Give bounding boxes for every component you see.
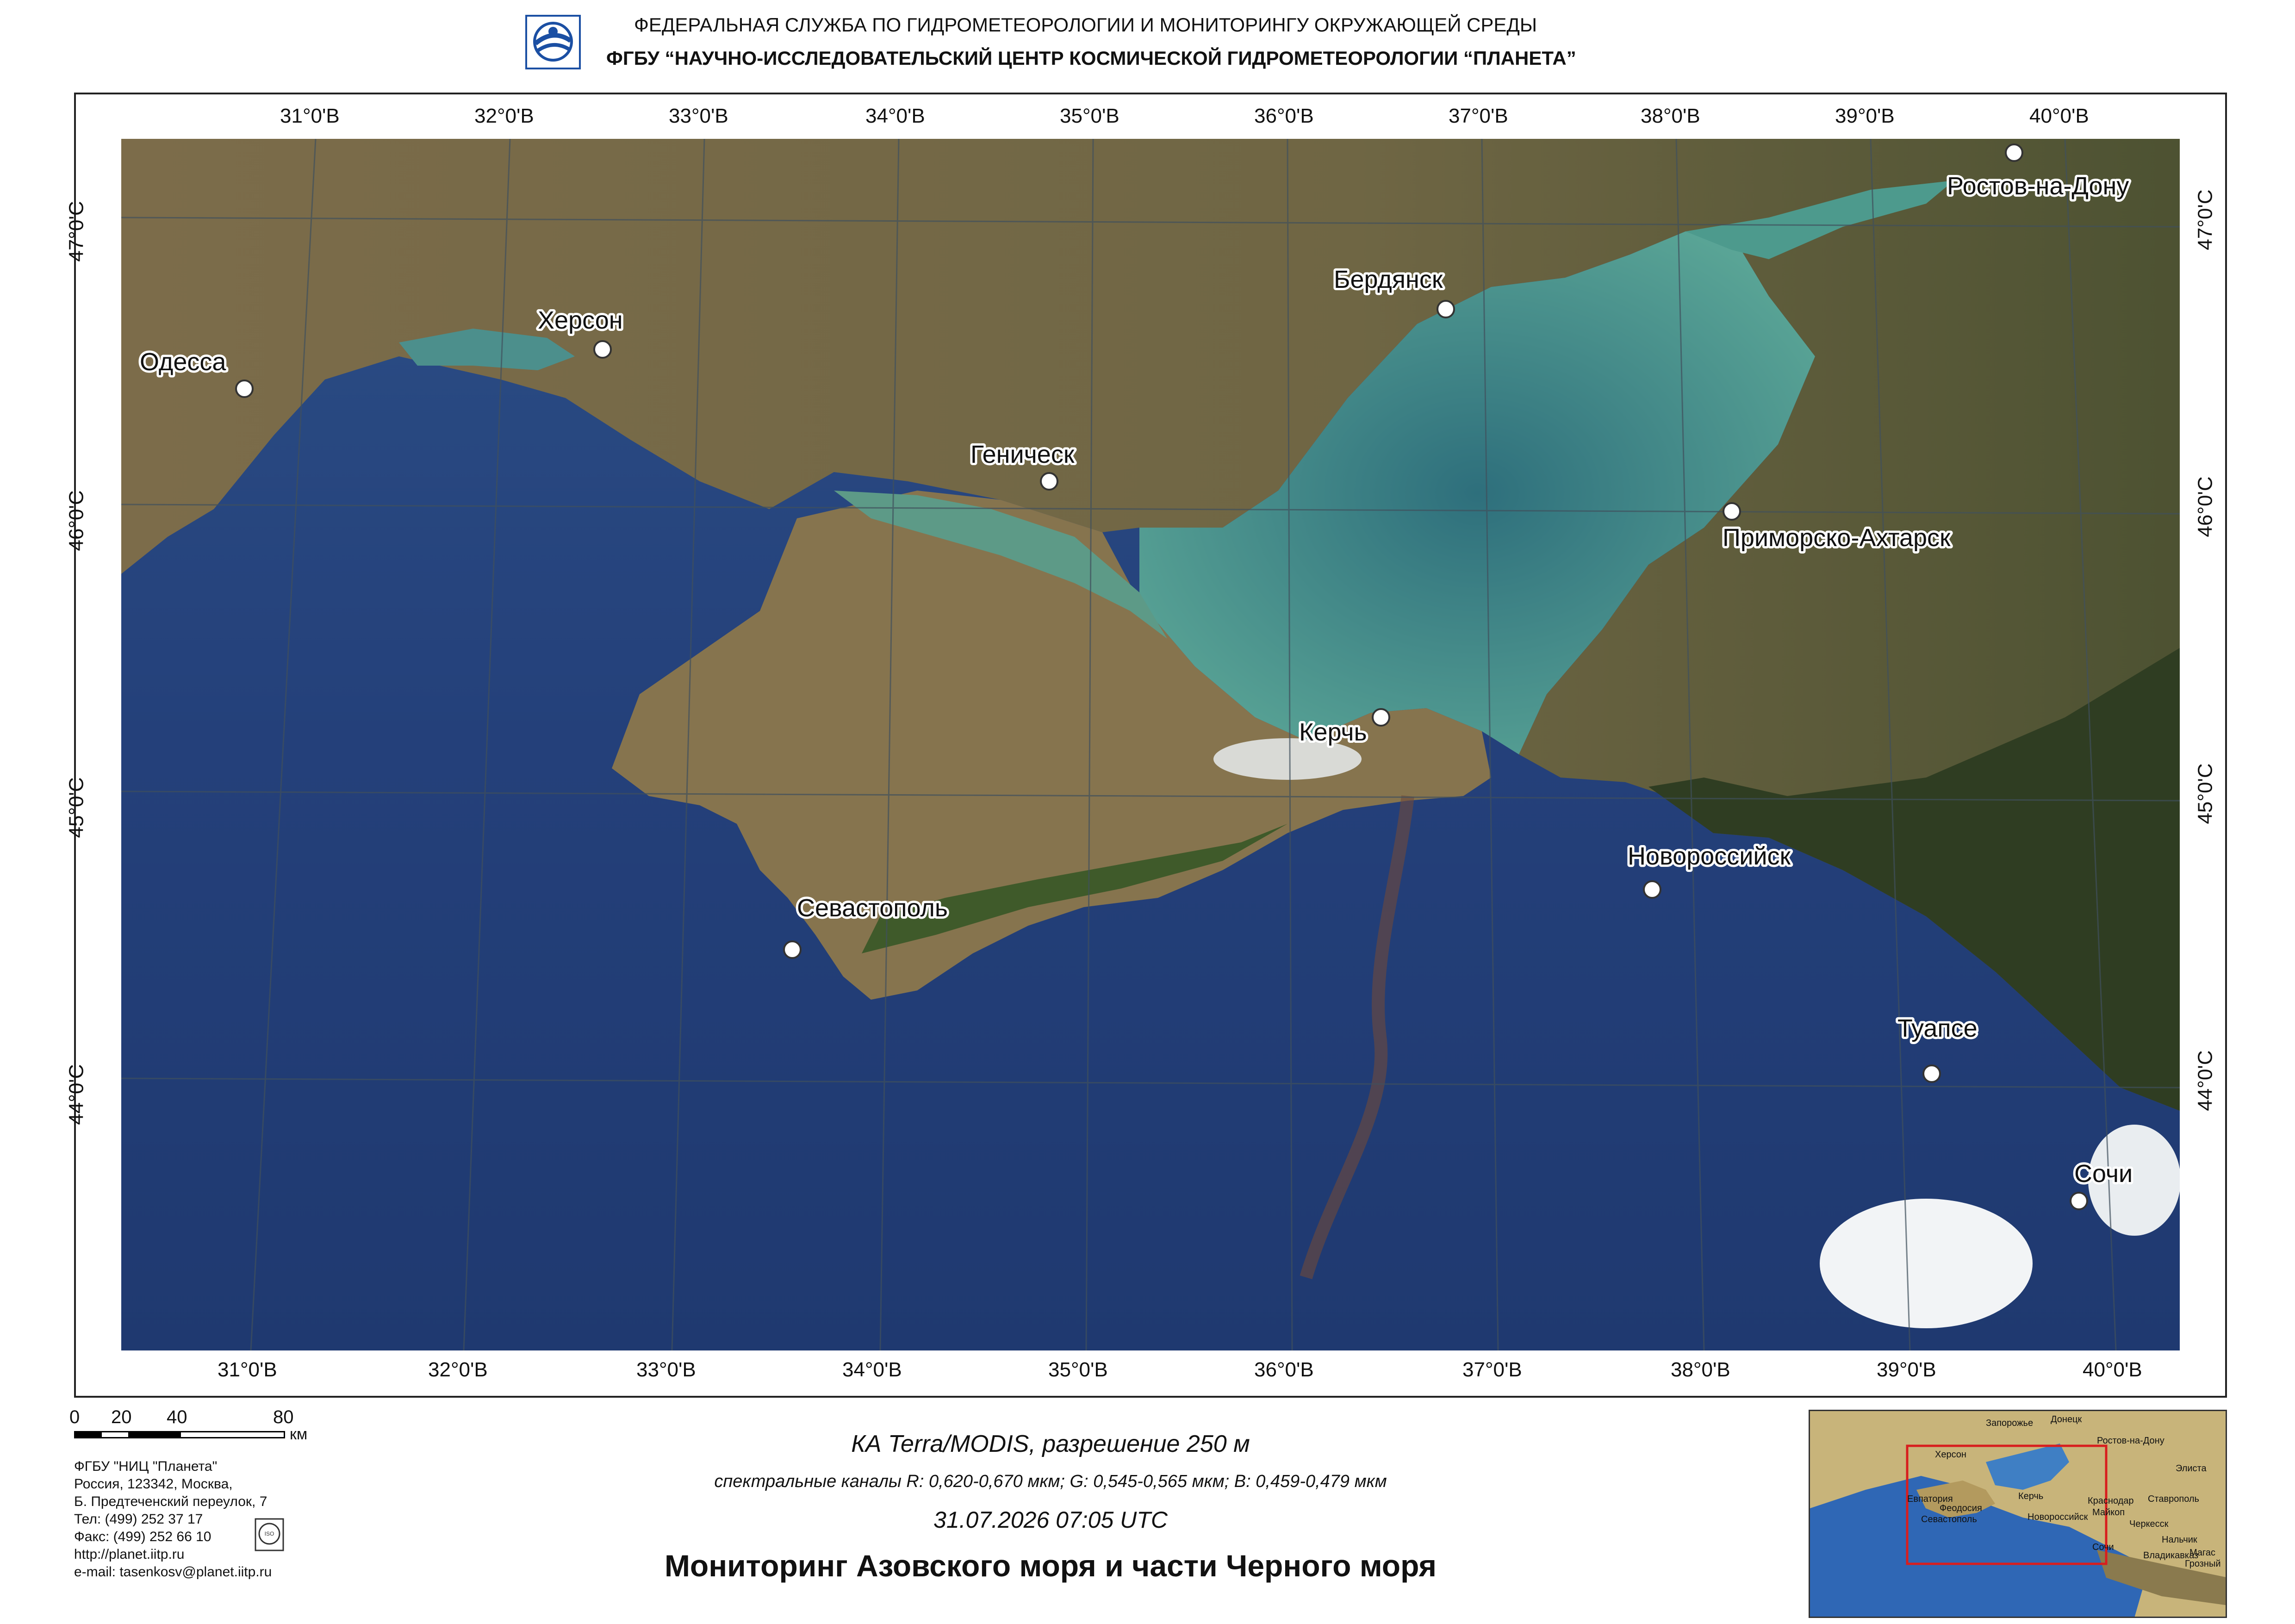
- inset-label: Донецк: [2051, 1414, 2082, 1425]
- lat-label-left: 44°0'С: [65, 1064, 88, 1125]
- city-label-genichesk: Геническ: [970, 441, 1075, 468]
- city-label-kerch: Керчь: [1299, 718, 1367, 746]
- lon-label-bottom: 35°0'В: [1048, 1358, 1108, 1381]
- city-marker-berdyansk: [1437, 300, 1455, 318]
- agency-logo: [525, 15, 581, 69]
- lon-label-top: 32°0'В: [474, 105, 534, 127]
- city-marker-kherson: [593, 340, 612, 359]
- city-marker-genichesk: [1040, 472, 1058, 491]
- lon-label-bottom: 38°0'В: [1671, 1358, 1730, 1381]
- caption-satellite: КА Terra/MODIS, разрешение 250 м: [851, 1431, 1250, 1457]
- contact-line: ФГБУ "НИЦ "Планета": [74, 1459, 218, 1474]
- contact-line[interactable]: http://planet.iitp.ru: [74, 1546, 352, 1563]
- lon-label-bottom: 31°0'В: [218, 1358, 277, 1381]
- contact-line[interactable]: e-mail: tasenkosv@planet.iitp.ru: [74, 1563, 352, 1581]
- caption-title: Мониторинг Азовского моря и части Черног…: [664, 1549, 1437, 1583]
- header-institute: ФГБУ “НАУЧНО-ИССЛЕДОВАТЕЛЬСКИЙ ЦЕНТР КОС…: [606, 47, 1576, 69]
- lat-label-left: 46°0'С: [65, 490, 88, 551]
- lon-label-top: 39°0'В: [1835, 105, 1895, 127]
- iso-cert-logo: ISO: [255, 1518, 284, 1551]
- scale-bar-segments: [74, 1431, 285, 1438]
- city-marker-novorossiysk: [1643, 880, 1661, 899]
- lon-label-top: 40°0'В: [2029, 105, 2089, 127]
- lon-label-bottom: 33°0'В: [636, 1358, 696, 1381]
- cloud: [1820, 1199, 2033, 1328]
- lon-label-bottom: 37°0'В: [1462, 1358, 1522, 1381]
- inset-label: Ростов-на-Дону: [2097, 1436, 2164, 1446]
- scale-tick-label: 0: [69, 1407, 80, 1427]
- contact-line: Факс: (499) 252 66 10: [74, 1529, 211, 1544]
- satellite-map[interactable]: Одесса Херсон Геническ Бердянск Ростов-н…: [121, 138, 2181, 1351]
- scale-tick-label: 80: [273, 1407, 294, 1427]
- contact-line: Тел: (499) 252 37 17: [74, 1512, 203, 1527]
- lat-label-right: 46°0'С: [2194, 476, 2217, 537]
- city-marker-odesa: [235, 380, 254, 398]
- city-label-sochi: Сочи: [2074, 1160, 2133, 1188]
- lon-label-top: 37°0'В: [1449, 105, 1508, 127]
- contact-line: Б. Предтеченский переулок, 7: [74, 1494, 267, 1509]
- scale-bar: 0 20 40 80 км: [69, 1407, 315, 1449]
- city-marker-tuapse: [1922, 1064, 1941, 1083]
- lat-label-left: 45°0'С: [65, 777, 88, 838]
- inset-label: Сочи: [2092, 1542, 2114, 1552]
- svg-text:ISO: ISO: [265, 1531, 274, 1537]
- inset-label: Керчь: [2018, 1491, 2043, 1501]
- header-agency: ФЕДЕРАЛЬНАЯ СЛУЖБА ПО ГИДРОМЕТЕОРОЛОГИИ …: [634, 14, 1537, 36]
- lon-label-bottom: 32°0'В: [428, 1358, 488, 1381]
- lon-label-bottom: 40°0'В: [2083, 1358, 2142, 1381]
- inset-label: Майкоп: [2092, 1507, 2125, 1518]
- inset-label: Грозный: [2185, 1559, 2221, 1569]
- lon-label-top: 33°0'В: [669, 105, 728, 127]
- lat-label-right: 44°0'С: [2194, 1050, 2217, 1111]
- inset-label: Новороссийск: [2028, 1512, 2088, 1522]
- lon-label-top: 36°0'В: [1254, 105, 1314, 127]
- lon-label-bottom: 39°0'В: [1877, 1358, 1936, 1381]
- inset-label: Магас: [2189, 1548, 2215, 1558]
- lat-label-right: 45°0'С: [2194, 763, 2217, 824]
- lon-label-bottom: 36°0'В: [1254, 1358, 1314, 1381]
- lat-label-right: 47°0'С: [2194, 189, 2217, 250]
- city-marker-sochi: [2070, 1192, 2088, 1210]
- inset-label: Ставрополь: [2148, 1494, 2199, 1504]
- contacts-block: ФГБУ "НИЦ "Планета" Россия, 123342, Моск…: [74, 1458, 352, 1581]
- inset-label: Херсон: [1935, 1450, 1966, 1460]
- inset-label: Элиста: [2176, 1463, 2207, 1474]
- city-marker-sevastopol: [783, 940, 802, 959]
- inset-label: Запорожье: [1986, 1418, 2033, 1428]
- caption-channels: спектральные каналы R: 0,620-0,670 мкм; …: [714, 1472, 1387, 1491]
- contact-line: Россия, 123342, Москва,: [74, 1476, 233, 1492]
- lon-label-bottom: 34°0'В: [842, 1358, 902, 1381]
- inset-label: Нальчик: [2162, 1535, 2197, 1545]
- inset-label: Краснодар: [2088, 1496, 2134, 1506]
- scale-tick-label: 40: [167, 1407, 187, 1427]
- city-label-sevastopol: Севастополь: [797, 894, 948, 922]
- inset-label: Севастополь: [1921, 1514, 1977, 1524]
- inset-label: Черкесск: [2129, 1519, 2169, 1529]
- city-label-tuapse: Туапсе: [1897, 1014, 1978, 1042]
- inset-map: Запорожье Донецк Херсон Ростов-на-Дону Э…: [1809, 1410, 2227, 1618]
- city-marker-rostov: [2005, 143, 2023, 162]
- city-label-rostov: Ростов-на-Дону: [1947, 172, 2129, 200]
- lon-label-top: 31°0'В: [280, 105, 340, 127]
- city-label-novorossiysk: Новороссийск: [1628, 842, 1791, 870]
- city-label-berdyansk: Бердянск: [1334, 266, 1443, 293]
- inset-label: Евпатория: [1907, 1494, 1953, 1504]
- city-marker-primorsko: [1723, 502, 1741, 521]
- city-label-odesa: Одесса: [140, 348, 226, 376]
- lon-label-top: 38°0'В: [1641, 105, 1700, 127]
- scale-tick-label: 20: [111, 1407, 132, 1427]
- inset-map-svg: Запорожье Донецк Херсон Ростов-на-Дону Э…: [1810, 1411, 2226, 1617]
- lon-label-top: 35°0'В: [1060, 105, 1120, 127]
- city-label-primorsko: Приморско-Ахтарск: [1723, 524, 1951, 552]
- satellite-map-svg: Одесса Херсон Геническ Бердянск Ростов-н…: [121, 138, 2181, 1351]
- lon-label-top: 34°0'В: [865, 105, 925, 127]
- city-marker-kerch: [1372, 708, 1390, 727]
- caption-datetime: 31.07.2026 07:05 UTC: [933, 1507, 1168, 1533]
- city-label-kherson: Херсон: [538, 306, 623, 334]
- scale-unit: км: [290, 1425, 308, 1443]
- lat-label-left: 47°0'С: [65, 201, 88, 262]
- inset-label: Феодосия: [1940, 1503, 1982, 1513]
